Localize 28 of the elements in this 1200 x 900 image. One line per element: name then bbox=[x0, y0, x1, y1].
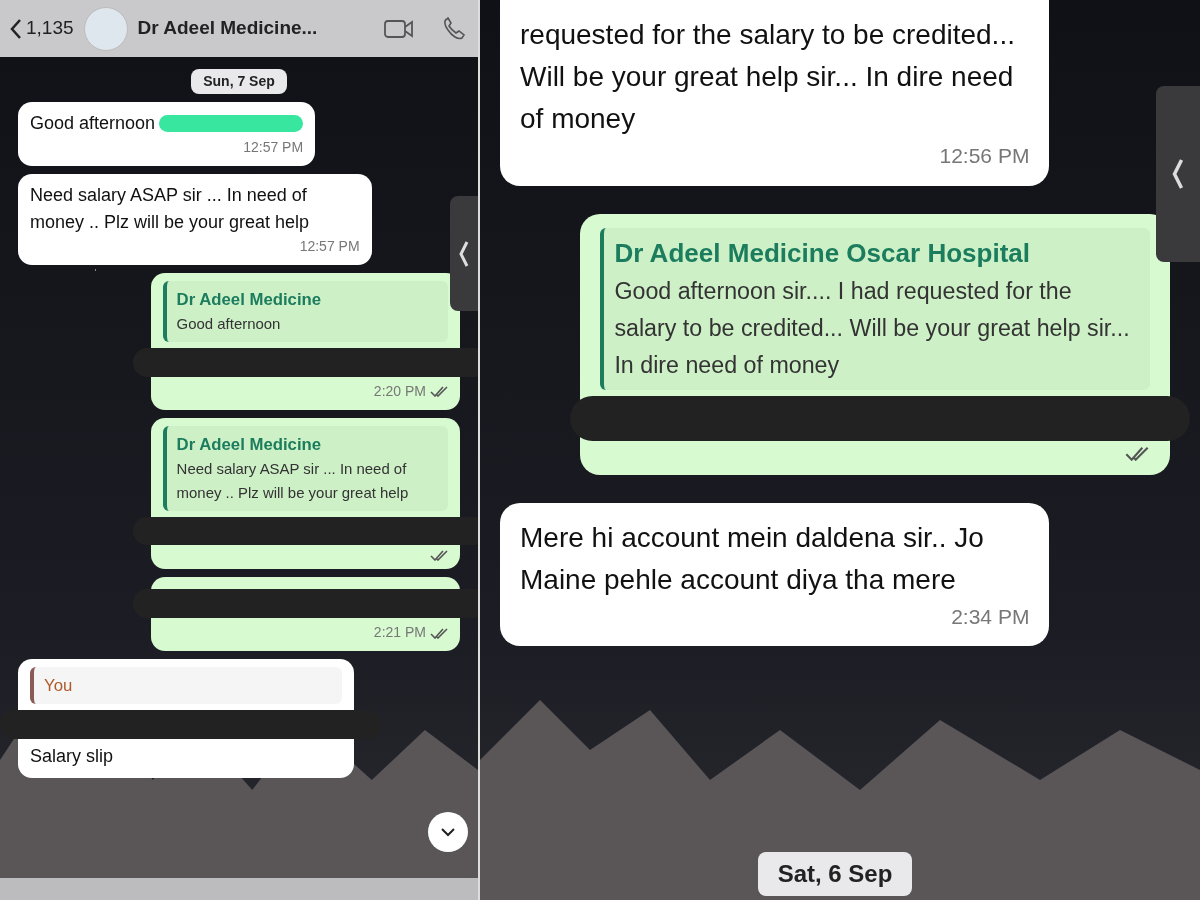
quote-text: Good afternoon bbox=[176, 314, 282, 335]
chevron-left-icon bbox=[458, 239, 470, 268]
message-time: 12:57 PM bbox=[299, 237, 360, 256]
message-time: 2:21 PM bbox=[373, 623, 426, 643]
message-time: 2:34 PM bbox=[951, 603, 1030, 630]
quote-author: Dr Adeel Medicine Oscar Hospital bbox=[614, 236, 1032, 270]
phone-call-icon[interactable] bbox=[442, 16, 468, 41]
unread-count: 1,135 bbox=[26, 16, 74, 41]
message-text: Mere hi account mein daldena sir.. Jo Maine pehle account diya tha mere bbox=[520, 520, 985, 597]
side-panel-handle[interactable] bbox=[450, 196, 478, 311]
message-text: Salary slip bbox=[30, 745, 115, 769]
chevron-down-icon bbox=[440, 827, 456, 837]
message-text: requested for the salary to be credited... Will be your great help sir... In dire need of money bbox=[520, 18, 1016, 136]
message-text: Need salary ASAP sir ... In need of money .. Plz will be your great help bbox=[30, 184, 311, 234]
message-time: 2:20 PM bbox=[373, 381, 426, 401]
chat-title: Dr Adeel Medicine... bbox=[137, 16, 319, 41]
quote-author: Dr Adeel Medicine bbox=[176, 433, 323, 456]
side-panel-handle[interactable] bbox=[1156, 86, 1200, 262]
message-time: 12:56 PM bbox=[939, 143, 1030, 169]
quote-author: Dr Adeel Medicine bbox=[176, 289, 323, 311]
quote-text: Good afternoon sir.... I had requested for the salary to be credited... Will be your great help sir... In dire need of money bbox=[614, 276, 1131, 380]
quote-text: Need salary ASAP sir ... In need of money .. Plz will be your great help bbox=[176, 458, 410, 503]
message-time: 12:57 PM bbox=[243, 138, 304, 157]
date-chip: Sun, 7 Sep bbox=[191, 69, 287, 94]
date-chip: Sat, 6 Sep bbox=[757, 852, 913, 896]
quote-author: You bbox=[44, 675, 74, 698]
back-icon[interactable] bbox=[10, 17, 22, 40]
message-text: Good afternoon bbox=[30, 112, 156, 135]
